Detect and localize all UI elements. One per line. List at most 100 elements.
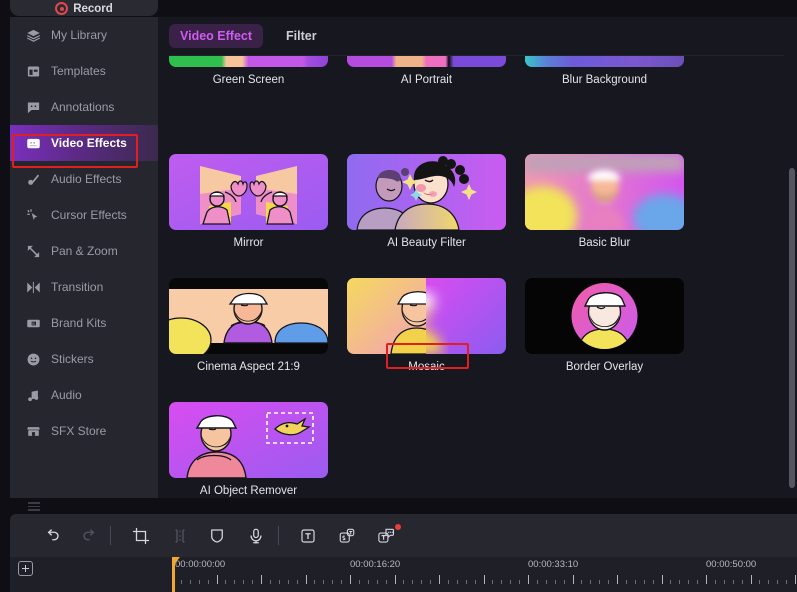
record-button[interactable]: Record bbox=[10, 0, 158, 16]
effect-card-cinema-aspect[interactable]: Cinema Aspect 21:9 bbox=[169, 278, 328, 373]
ruler-minor-tick bbox=[670, 580, 672, 584]
effect-label: Green Screen bbox=[212, 74, 285, 86]
effect-thumbnail bbox=[169, 56, 328, 67]
effect-thumbnail bbox=[525, 154, 684, 230]
ruler-minor-tick bbox=[786, 580, 788, 584]
ruler-major-tick bbox=[439, 575, 440, 584]
voiceover-button[interactable] bbox=[243, 523, 269, 549]
audio-icon bbox=[25, 387, 41, 403]
split-button[interactable] bbox=[167, 523, 193, 549]
annotation-icon bbox=[25, 99, 41, 115]
ruler-major-tick bbox=[350, 575, 351, 584]
ruler-major-tick bbox=[617, 575, 618, 584]
layers-icon bbox=[25, 27, 41, 43]
ruler-minor-tick bbox=[732, 580, 734, 584]
ruler-minor-tick bbox=[358, 580, 360, 584]
ruler-minor-tick bbox=[768, 580, 770, 584]
video-effects-icon bbox=[25, 135, 41, 151]
ruler-minor-tick bbox=[777, 580, 779, 584]
ruler-major-tick bbox=[750, 575, 752, 584]
effect-card-mosaic[interactable]: Mosaic bbox=[347, 278, 506, 373]
timeline-separator bbox=[0, 498, 797, 514]
effect-label: Mirror bbox=[233, 237, 264, 249]
effect-thumbnail bbox=[169, 154, 328, 230]
record-button-label: Record bbox=[73, 3, 113, 15]
sidebar-item-cursor-effects[interactable]: Cursor Effects bbox=[10, 197, 158, 233]
effect-card-ai-portrait[interactable]: AI Portrait bbox=[347, 56, 506, 86]
effect-thumbnail bbox=[169, 278, 328, 354]
effect-label: Blur Background bbox=[561, 74, 648, 86]
ruler-minor-tick bbox=[314, 580, 316, 584]
effect-card-green-screen[interactable]: Green Screen bbox=[169, 56, 328, 86]
sidebar-item-label: Audio bbox=[51, 388, 82, 402]
ruler-minor-tick bbox=[332, 580, 334, 584]
ruler-major-tick bbox=[572, 575, 574, 584]
sidebar-item-my-library[interactable]: My Library bbox=[10, 17, 158, 53]
template-icon bbox=[25, 63, 41, 79]
toolbar-divider bbox=[110, 526, 111, 545]
effect-label: AI Object Remover bbox=[199, 485, 298, 497]
sidebar-item-audio[interactable]: Audio bbox=[10, 377, 158, 413]
timeline-playhead[interactable] bbox=[172, 557, 175, 592]
ruler-minor-tick bbox=[456, 580, 458, 584]
effect-card-border-overlay[interactable]: Border Overlay bbox=[525, 278, 684, 373]
ruler-minor-tick bbox=[189, 580, 191, 584]
ruler-minor-tick bbox=[243, 580, 245, 584]
sidebar: My Library Templates Annotations Video E… bbox=[10, 17, 158, 498]
sidebar-item-transition[interactable]: Transition bbox=[10, 269, 158, 305]
record-dot-icon bbox=[55, 2, 69, 15]
ruler-minor-tick bbox=[269, 580, 271, 584]
sidebar-item-pan-zoom[interactable]: Pan & Zoom bbox=[10, 233, 158, 269]
ruler-minor-tick bbox=[679, 580, 681, 584]
effect-thumbnail bbox=[347, 56, 506, 67]
sidebar-item-audio-effects[interactable]: Audio Effects bbox=[10, 161, 158, 197]
sidebar-item-video-effects[interactable]: Video Effects bbox=[10, 125, 158, 161]
effect-label: Mosaic bbox=[408, 361, 445, 373]
effect-card-basic-blur[interactable]: Basic Blur bbox=[525, 154, 684, 249]
effects-panel: Video Effect Filter Green Screen AI Port… bbox=[158, 17, 797, 498]
effect-card-ai-object-remover[interactable]: AI Object Remover bbox=[169, 402, 328, 497]
crop-button[interactable] bbox=[128, 523, 154, 549]
ruler-minor-tick bbox=[234, 580, 236, 584]
ruler-minor-tick bbox=[714, 580, 716, 584]
effect-card-blur-background[interactable]: Blur Background bbox=[525, 56, 684, 86]
ruler-minor-tick bbox=[412, 580, 414, 584]
panel-resize-grip[interactable] bbox=[28, 502, 40, 511]
subtitle-button[interactable] bbox=[334, 523, 360, 549]
undo-button[interactable] bbox=[39, 523, 65, 549]
audio-effects-icon bbox=[25, 171, 41, 187]
effect-card-ai-beauty-filter[interactable]: AI Beauty Filter bbox=[347, 154, 506, 249]
effect-label: AI Beauty Filter bbox=[387, 237, 466, 249]
tab-video-effect[interactable]: Video Effect bbox=[169, 24, 264, 48]
shield-button[interactable] bbox=[204, 523, 230, 549]
panel-scrollbar-thumb[interactable] bbox=[789, 168, 795, 488]
ruler-minor-tick bbox=[447, 580, 449, 584]
add-track-button[interactable] bbox=[18, 561, 33, 576]
effect-card-mirror[interactable]: Mirror bbox=[169, 154, 328, 249]
timecode-label: 00:00:16:20 bbox=[350, 559, 401, 570]
ruler-minor-tick bbox=[519, 580, 521, 584]
text-button[interactable] bbox=[295, 523, 321, 549]
effect-thumbnail bbox=[525, 56, 684, 67]
ruler-minor-tick bbox=[536, 580, 538, 584]
sidebar-item-brand-kits[interactable]: B Brand Kits bbox=[10, 305, 158, 341]
ruler-minor-tick bbox=[501, 580, 503, 584]
tab-filter[interactable]: Filter bbox=[275, 24, 328, 48]
ruler-minor-tick bbox=[510, 580, 512, 584]
timecode-label: 00:00:33:10 bbox=[528, 559, 579, 570]
effects-grid: Green Screen AI Portrait Blur Background bbox=[158, 56, 797, 498]
sidebar-item-annotations[interactable]: Annotations bbox=[10, 89, 158, 125]
timeline-ruler[interactable]: 00:00:00:00 00:00:16:20 00:00:33:10 00:0… bbox=[172, 557, 797, 592]
ruler-major-tick bbox=[483, 575, 485, 584]
sidebar-item-sfx-store[interactable]: SFX Store bbox=[10, 413, 158, 449]
ruler-minor-tick bbox=[581, 580, 583, 584]
pan-zoom-icon bbox=[25, 243, 41, 259]
ruler-minor-tick bbox=[545, 580, 547, 584]
sidebar-item-templates[interactable]: Templates bbox=[10, 53, 158, 89]
effect-label: Cinema Aspect 21:9 bbox=[197, 361, 300, 373]
ruler-minor-tick bbox=[323, 580, 325, 584]
sidebar-item-stickers[interactable]: Stickers bbox=[10, 341, 158, 377]
ruler-minor-tick bbox=[376, 580, 378, 584]
cursor-effects-icon bbox=[25, 207, 41, 223]
redo-button[interactable] bbox=[77, 523, 103, 549]
